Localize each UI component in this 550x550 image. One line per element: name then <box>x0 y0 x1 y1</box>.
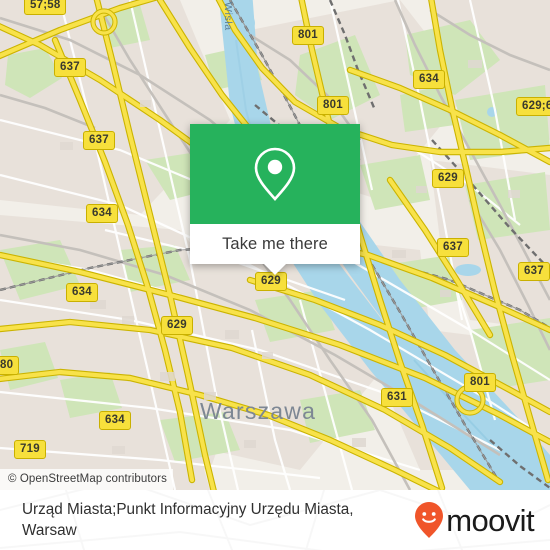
map-label-wisla: Wisła <box>222 2 234 31</box>
route-shield: 637 <box>437 238 469 257</box>
route-shield: 801 <box>292 26 324 45</box>
take-me-there-label: Take me there <box>222 234 328 253</box>
route-shield: 719 <box>14 440 46 459</box>
route-shield: 637 <box>83 131 115 150</box>
route-shield: 629 <box>161 316 193 335</box>
route-shield: 634 <box>86 204 118 223</box>
route-shield: 634 <box>99 411 131 430</box>
osm-attribution[interactable]: © OpenStreetMap contributors <box>0 469 173 490</box>
footer-bar: Urząd Miasta;Punkt Informacyjny Urzędu M… <box>0 490 550 550</box>
moovit-wordmark: moovit <box>446 502 534 538</box>
route-shield: 80 <box>0 356 20 375</box>
screenshot-root: Warszawa Wisła 57;58 637 801 634 801 629;63 63… <box>0 0 550 550</box>
card-label-area[interactable]: Take me there <box>190 224 360 264</box>
route-shield: 634 <box>66 283 98 302</box>
moovit-smiley-pin-icon <box>415 502 444 538</box>
place-title: Urząd Miasta;Punkt Informacyjny Urzędu M… <box>22 501 354 539</box>
route-shield: 637 <box>518 262 550 281</box>
route-shield: 801 <box>317 96 349 115</box>
route-shield: 634 <box>413 70 445 89</box>
card-icon-area <box>190 124 360 224</box>
route-shield: 629;63 <box>516 97 550 116</box>
card-pointer-triangle <box>264 264 286 275</box>
map-label-warszawa: Warszawa <box>200 398 317 424</box>
map-pin-icon <box>254 147 296 201</box>
take-me-there-card[interactable]: Take me there <box>190 124 360 275</box>
route-shield: 629 <box>432 169 464 188</box>
moovit-brand[interactable]: moovit <box>414 501 535 539</box>
route-shield: 631 <box>381 388 413 407</box>
route-shield: 637 <box>54 58 86 77</box>
route-shield: 801 <box>464 373 496 392</box>
route-shield: 57;58 <box>24 0 67 15</box>
